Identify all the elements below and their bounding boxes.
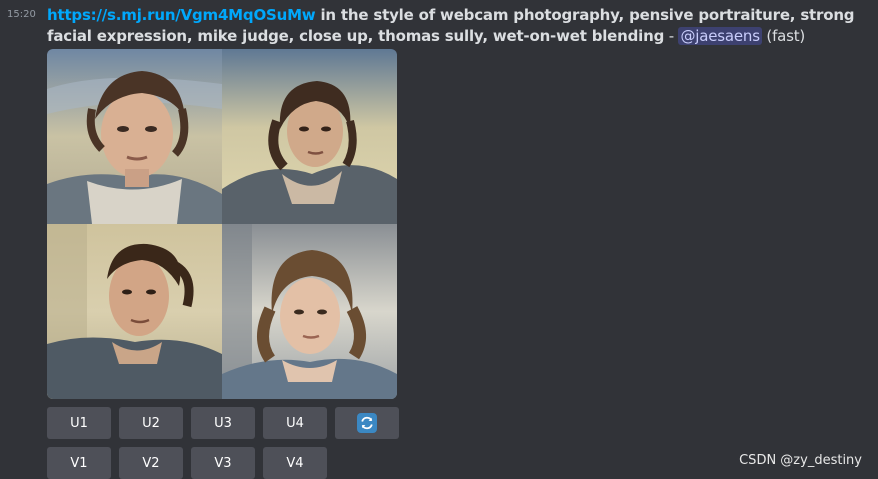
watermark: CSDN @zy_destiny [739,453,862,468]
refresh-icon [357,413,377,433]
variation-button-1[interactable]: V1 [47,447,111,479]
variation-button-4[interactable]: V4 [263,447,327,479]
prompt-link[interactable]: https://s.mj.run/Vgm4MqOSuMw [47,6,316,24]
chat-message: 15:20 https://s.mj.run/Vgm4MqOSuMw in th… [0,0,878,479]
portrait-image-3[interactable] [47,224,222,399]
upscale-button-3[interactable]: U3 [191,407,255,439]
message-timestamp: 15:20 [7,9,36,20]
portrait-image-1[interactable] [47,49,222,224]
separator: - [664,27,679,45]
upscale-button-1[interactable]: U1 [47,407,111,439]
upscale-button-4[interactable]: U4 [263,407,327,439]
image-grid[interactable] [47,49,397,399]
reroll-button[interactable] [335,407,399,439]
upscale-button-2[interactable]: U2 [119,407,183,439]
user-mention[interactable]: @jaesaens [678,27,762,45]
message-content: https://s.mj.run/Vgm4MqOSuMw in the styl… [47,5,875,47]
portrait-image-2[interactable] [222,49,397,224]
portrait-image-4[interactable] [222,224,397,399]
variation-button-2[interactable]: V2 [119,447,183,479]
variation-button-3[interactable]: V3 [191,447,255,479]
generation-mode: (fast) [761,27,806,45]
